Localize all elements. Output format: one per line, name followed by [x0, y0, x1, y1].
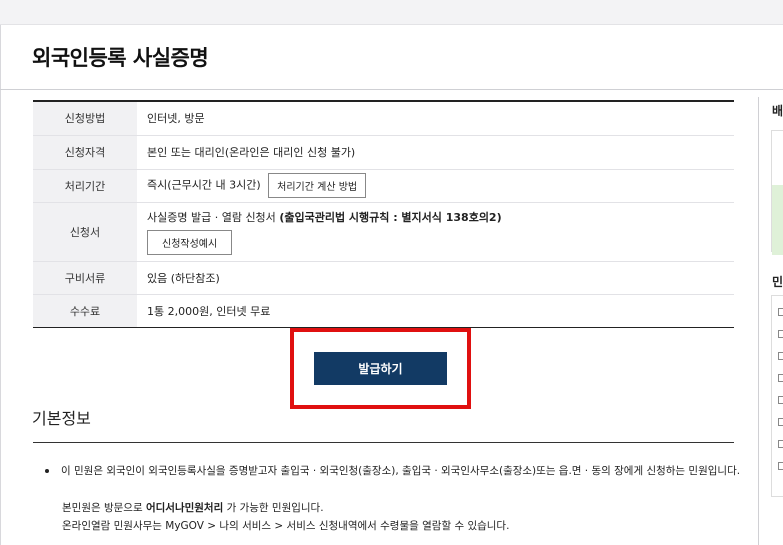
sidebar-heading: 민 [772, 275, 783, 289]
note-text: 가 가능한 민원입니다. [223, 502, 324, 514]
row-value: 있음 (하단참조) [137, 261, 734, 295]
row-label: 신청자격 [33, 135, 137, 170]
row-value-cell: 즉시(근무시간 내 3시간) 처리기간 계산 방법 [137, 169, 734, 203]
row-label: 처리기간 [33, 169, 137, 203]
bullet-text: 이 민원은 외국인이 외국인등록사실을 증명받고자 출입국 · 외국인청(출장소… [61, 465, 741, 477]
bullet-icon [45, 469, 49, 473]
note-line: 온라인열람 민원사무는 MyGOV > 나의 서비스 > 서비스 신청내역에서 … [62, 520, 510, 532]
checkbox-icon[interactable] [778, 418, 783, 426]
table-row: 처리기간 즉시(근무시간 내 3시간) 처리기간 계산 방법 [33, 169, 734, 203]
section-divider [33, 442, 734, 443]
sidebar-divider [758, 97, 759, 545]
table-row: 구비서류 있음 (하단참조) [33, 261, 734, 295]
row-value: 즉시(근무시간 내 3시간) [147, 178, 261, 192]
row-value: 본인 또는 대리인(온라인은 대리인 신청 불가) [137, 135, 734, 170]
table-row: 수수료 1통 2,000원, 인터넷 무료 [33, 294, 734, 327]
application-form-text: 사실증명 발급 · 열람 신청서 (출입국관리법 시행규칙 : 별지서식 138… [147, 209, 734, 225]
row-value-cell: 사실증명 발급 · 열람 신청서 (출입국관리법 시행규칙 : 별지서식 138… [137, 202, 734, 262]
checkbox-icon[interactable] [778, 308, 783, 316]
right-sidebar: 배 민 [768, 90, 783, 545]
row-value: 사실증명 발급 · 열람 신청서 [147, 210, 280, 224]
info-table: 신청방법 인터넷, 방문 신청자격 본인 또는 대리인(온라인은 대리인 신청 … [33, 100, 734, 328]
table-row: 신청방법 인터넷, 방문 [33, 101, 734, 136]
note-text: 본민원은 방문으로 [62, 502, 146, 514]
sidebar-heading: 배 [772, 104, 783, 118]
checkbox-icon[interactable] [778, 462, 783, 470]
note-emphasis: 어디서나민원처리 [145, 502, 224, 514]
table-row: 신청자격 본인 또는 대리인(온라인은 대리인 신청 불가) [33, 135, 734, 170]
row-value: 1통 2,000원, 인터넷 무료 [147, 304, 271, 318]
row-label: 수수료 [33, 294, 137, 327]
application-example-button[interactable]: 신청작성예시 [147, 229, 233, 255]
form-regulation: (출입국관리법 시행규칙 : 별지서식 138호의2) [279, 210, 502, 224]
section-title: 기본정보 [32, 409, 91, 428]
issue-button[interactable]: 발급하기 [314, 352, 447, 385]
top-bar [0, 0, 783, 25]
title-divider [0, 89, 783, 90]
row-label: 신청서 [33, 202, 137, 262]
checkbox-icon[interactable] [778, 374, 783, 382]
checkbox-icon[interactable] [778, 440, 783, 448]
checkbox-icon[interactable] [778, 396, 783, 404]
bullet-item: 이 민원은 외국인이 외국인등록사실을 증명받고자 출입국 · 외국인청(출장소… [45, 463, 740, 478]
row-value: 인터넷, 방문 [137, 101, 734, 136]
checkbox-icon[interactable] [778, 352, 783, 360]
row-label: 신청방법 [33, 101, 137, 136]
page-title: 외국인등록 사실증명 [32, 46, 209, 70]
sidebar-highlight [772, 185, 783, 255]
processing-time-calc-button[interactable]: 처리기간 계산 방법 [268, 173, 367, 198]
table-row: 신청서 사실증명 발급 · 열람 신청서 (출입국관리법 시행규칙 : 별지서식… [33, 202, 734, 262]
note-line: 본민원은 방문으로 어디서나민원처리 가 가능한 민원입니다. [62, 500, 324, 515]
row-label: 구비서류 [33, 261, 137, 295]
checkbox-icon[interactable] [778, 330, 783, 338]
